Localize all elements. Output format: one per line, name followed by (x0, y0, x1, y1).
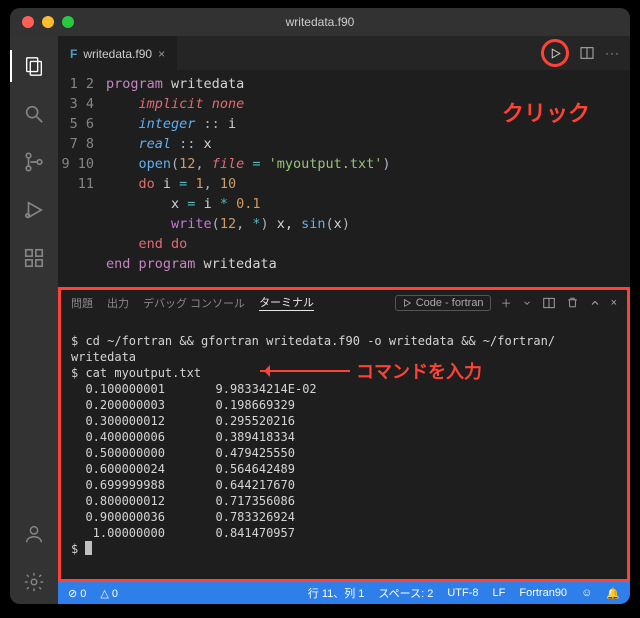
status-lang[interactable]: Fortran90 (519, 587, 567, 599)
status-encoding[interactable]: UTF-8 (447, 587, 478, 599)
code-content[interactable]: program writedata implicit none integer … (106, 70, 391, 287)
panel-tabs: 問題 出力 デバッグ コンソール ターミナル Code - fortran ＋ (61, 290, 627, 315)
more-icon[interactable]: ··· (605, 46, 620, 60)
run-button[interactable] (541, 39, 569, 67)
new-terminal-icon[interactable]: ＋ (501, 295, 512, 311)
terminal-profile[interactable]: Code - fortran (395, 295, 491, 311)
split-terminal-icon[interactable] (542, 296, 556, 310)
editor-actions: ··· (541, 36, 630, 70)
cursor (85, 541, 92, 555)
tab-writedata[interactable]: F writedata.f90 × (58, 36, 177, 70)
account-icon[interactable] (10, 512, 58, 556)
line-gutter: 1 2 3 4 5 6 7 8 9 10 11 (58, 70, 106, 287)
tab-output[interactable]: 出力 (107, 295, 129, 311)
settings-icon[interactable] (10, 560, 58, 604)
status-spaces[interactable]: スペース: 2 (378, 585, 433, 601)
terminal-line: $ cd ~/fortran && gfortran writedata.f90… (71, 334, 555, 348)
status-bar: ⊘ 0 △ 0 行 11、列 1 スペース: 2 UTF-8 LF Fortra… (58, 582, 630, 604)
output-row: 0.699999988 0.644217670 (71, 478, 295, 492)
split-editor-icon[interactable] (579, 45, 595, 61)
source-control-icon[interactable] (10, 140, 58, 184)
close-panel-icon[interactable]: × (611, 297, 617, 309)
output-row: 0.900000036 0.783326924 (71, 510, 295, 524)
trash-icon[interactable] (566, 296, 579, 309)
maximize-panel-icon[interactable] (589, 297, 601, 309)
terminal-prompt: $ (71, 542, 85, 556)
output-row: 0.200000003 0.198669329 (71, 398, 295, 412)
output-row: 0.400000006 0.389418334 (71, 430, 295, 444)
status-eol[interactable]: LF (493, 587, 506, 599)
terminal-panel: 問題 出力 デバッグ コンソール ターミナル Code - fortran ＋ (58, 287, 630, 582)
titlebar: writedata.f90 (10, 8, 630, 36)
tab-terminal[interactable]: ターミナル (259, 294, 314, 311)
status-lncol[interactable]: 行 11、列 1 (308, 585, 365, 601)
output-row: 0.300000012 0.295520216 (71, 414, 295, 428)
tab-label: writedata.f90 (83, 47, 152, 61)
annotation-click: クリック (502, 96, 590, 128)
status-errors[interactable]: ⊘ 0 (68, 587, 86, 600)
close-tab-icon[interactable]: × (158, 47, 165, 61)
terminal-line: $ cat myoutput.txt (71, 366, 201, 380)
terminal-dropdown-icon[interactable] (522, 298, 532, 308)
output-row: 0.500000000 0.479425550 (71, 446, 295, 460)
annotation-command: コマンドを入力 (260, 358, 482, 384)
status-feedback-icon[interactable]: ☺ (581, 587, 592, 599)
search-icon[interactable] (10, 92, 58, 136)
terminal-line: writedata (71, 350, 136, 364)
output-row: 0.100000001 9.98334214E-02 (71, 382, 317, 396)
terminal-content[interactable]: $ cd ~/fortran && gfortran writedata.f90… (61, 315, 627, 579)
explorer-icon[interactable] (10, 44, 58, 88)
output-row: 1.00000000 0.841470957 (71, 526, 295, 540)
arrow-left-icon (260, 370, 350, 372)
file-icon: F (70, 47, 77, 61)
tab-debug-console[interactable]: デバッグ コンソール (143, 295, 245, 311)
tab-bar: F writedata.f90 × ··· (58, 36, 630, 70)
window-title: writedata.f90 (10, 15, 630, 29)
activity-bar (10, 36, 58, 604)
tab-problems[interactable]: 問題 (71, 295, 93, 311)
output-row: 0.800000012 0.717356086 (71, 494, 295, 508)
extensions-icon[interactable] (10, 236, 58, 280)
status-bell-icon[interactable]: 🔔 (606, 587, 620, 600)
status-warnings[interactable]: △ 0 (100, 587, 118, 600)
run-debug-icon[interactable] (10, 188, 58, 232)
output-row: 0.600000024 0.564642489 (71, 462, 295, 476)
